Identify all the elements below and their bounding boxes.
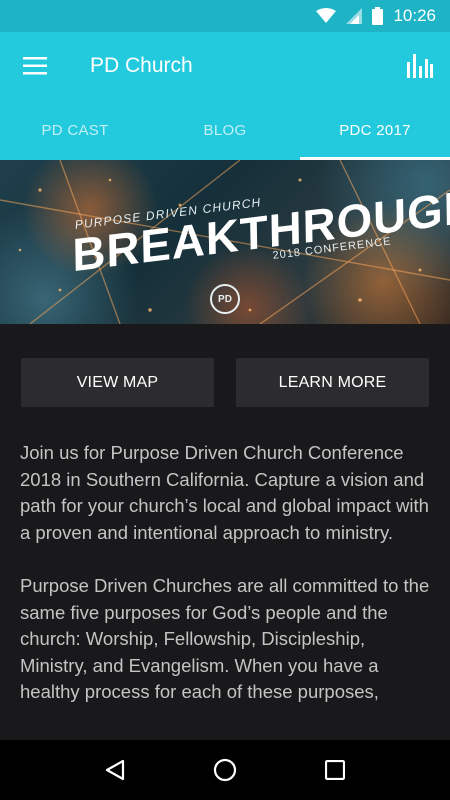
bar-chart-icon [407, 54, 433, 78]
app-title: PD Church [90, 54, 193, 77]
tab-pdc-2017[interactable]: PDC 2017 [300, 100, 450, 160]
status-time: 10:26 [393, 6, 436, 25]
battery-icon [372, 7, 384, 25]
pd-logo: PD [210, 284, 240, 314]
recents-icon [325, 760, 345, 780]
description: Join us for Purpose Driven Church Confer… [20, 440, 432, 733]
tab-blog[interactable]: BLOG [150, 100, 300, 160]
description-paragraph-1: Join us for Purpose Driven Church Confer… [20, 442, 429, 543]
menu-button[interactable] [0, 32, 70, 100]
description-paragraph-2: Purpose Driven Churches are all committe… [20, 575, 430, 702]
signal-icon [346, 8, 363, 24]
banner-text-group: PURPOSE DRIVEN CHURCH BREAKTHROUGH 2018 … [0, 160, 450, 324]
conference-banner: PURPOSE DRIVEN CHURCH BREAKTHROUGH 2018 … [0, 160, 450, 324]
system-nav-bar [0, 740, 450, 800]
learn-more-button[interactable]: LEARN MORE [236, 358, 429, 407]
status-bar: 10:26 [0, 0, 450, 32]
tab-pd-cast[interactable]: PD CAST [0, 100, 150, 160]
home-button[interactable] [200, 745, 250, 795]
back-button[interactable] [90, 745, 140, 795]
banner-headline: BREAKTHROUGH [72, 179, 450, 282]
action-buttons: VIEW MAP LEARN MORE [21, 358, 429, 407]
back-icon [105, 759, 125, 781]
view-map-button[interactable]: VIEW MAP [21, 358, 214, 407]
home-icon [213, 758, 237, 782]
stats-button[interactable] [390, 32, 450, 100]
hamburger-menu-icon [23, 57, 47, 75]
app-bar: PD Church [0, 32, 450, 100]
recents-button[interactable] [310, 745, 360, 795]
tab-bar: PD CAST BLOG PDC 2017 [0, 100, 450, 160]
wifi-icon [316, 8, 337, 24]
